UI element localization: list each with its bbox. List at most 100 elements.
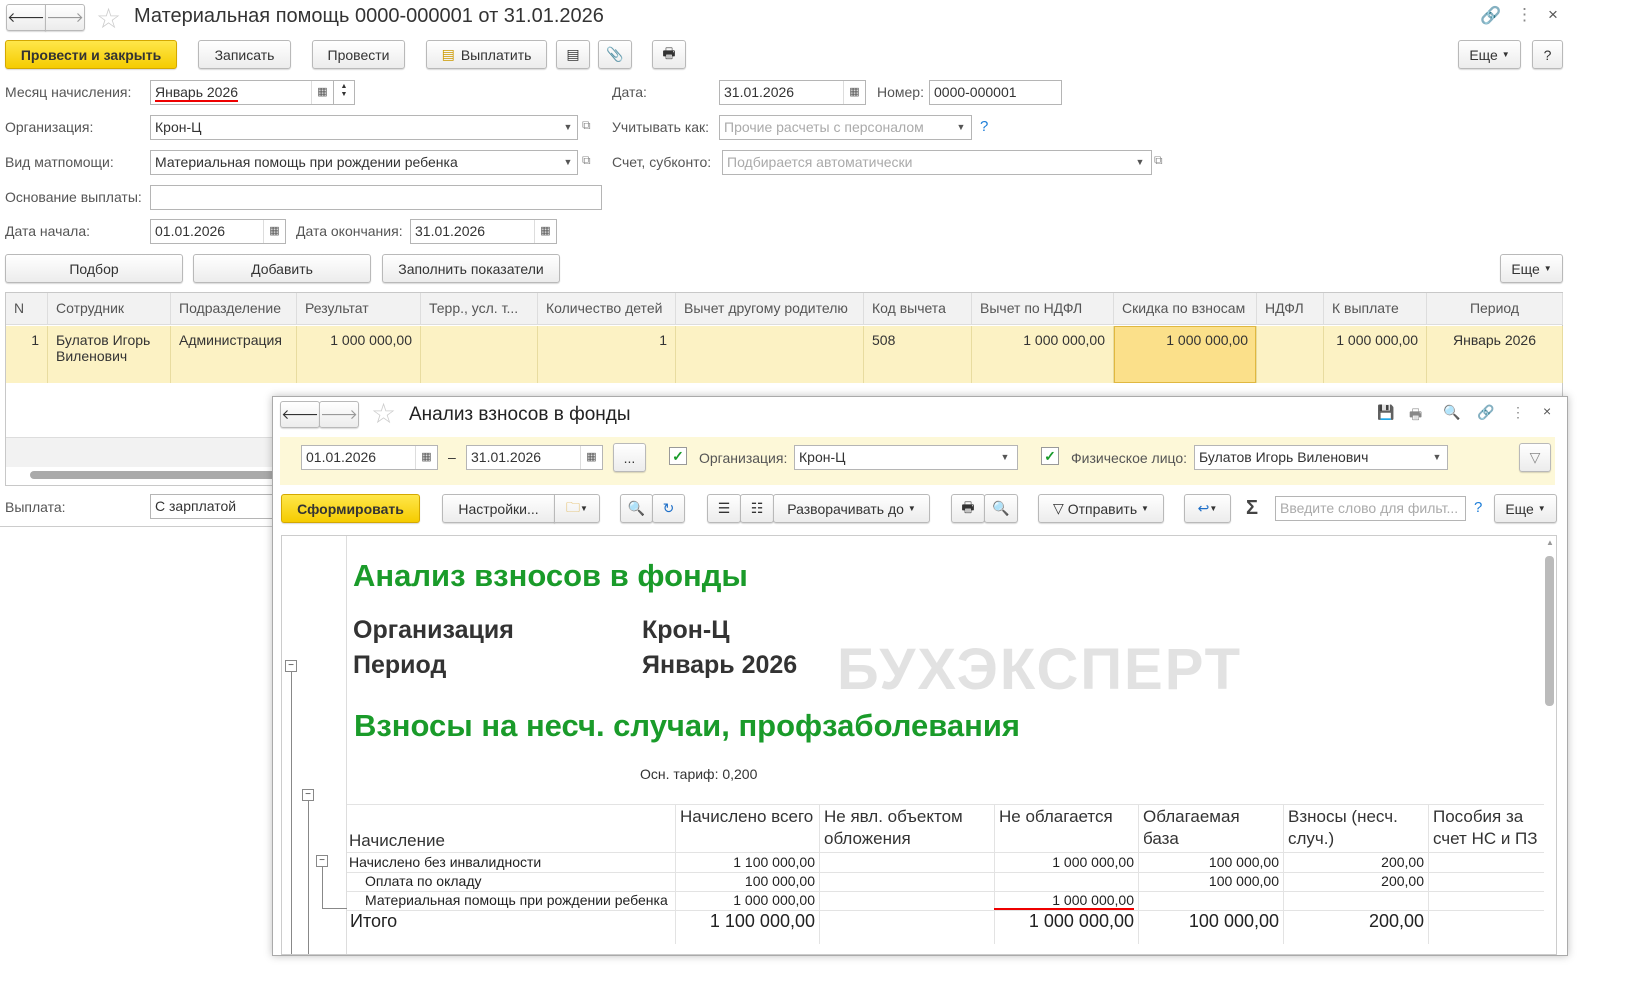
expand-groups-button[interactable]: ☷ [740,494,774,523]
vertical-scrollbar[interactable] [1545,556,1554,706]
start-date-field[interactable]: 01.01.2026 ▦ [150,219,286,244]
person-checkbox[interactable]: ✓ [1041,447,1059,465]
person-filter-field[interactable]: Булатов Игорь Виленович [1194,445,1448,470]
date-field[interactable]: 31.01.2026 ▦ [719,80,866,105]
table-cell[interactable]: 1 [538,326,676,383]
column-header[interactable]: Сотрудник [48,293,171,325]
preview-button[interactable]: 🔍 [984,494,1018,523]
organization-dropdown-icon[interactable]: ▼ [995,445,1015,470]
fill-indicators-button[interactable]: Заполнить показатели [382,254,560,283]
column-header[interactable]: Период [1427,293,1563,325]
calendar-icon[interactable]: ▦ [534,220,556,243]
table-cell[interactable]: 508 [864,326,972,383]
month-stepper[interactable]: ▲ ▼ [333,80,355,105]
pick-button[interactable]: Подбор [5,254,183,283]
report-forward-button[interactable]: 🡒 [319,401,359,428]
add-button[interactable]: Добавить [193,254,371,283]
table-cell[interactable]: 1 000 000,00 [1324,326,1427,383]
report-back-button[interactable]: 🡐 [280,401,320,428]
aid-type-dropdown-icon[interactable]: ▼ [558,150,578,175]
end-date-field[interactable]: 31.01.2026 ▦ [410,219,557,244]
calendar-icon[interactable]: ▦ [263,220,285,243]
menu-dots-icon[interactable]: ⋮ [1511,404,1525,421]
forward-button[interactable]: 🡒 [45,4,85,31]
column-header[interactable]: Подразделение [171,293,297,325]
number-field[interactable]: 0000-000001 [929,80,1062,105]
account-as-field[interactable]: Прочие расчеты с персоналом [719,115,972,140]
calendar-icon[interactable]: ▦ [311,81,333,104]
person-dropdown-icon[interactable]: ▼ [1427,445,1447,470]
horizontal-scrollbar[interactable] [30,471,290,479]
column-header[interactable]: Количество детей [538,293,676,325]
back-button[interactable]: 🡐 [6,4,46,31]
group-collapse-icon[interactable]: − [316,855,328,867]
search-refresh-button[interactable]: ↻ [652,494,685,523]
account-as-dropdown-icon[interactable]: ▼ [951,115,971,140]
month-field[interactable]: Январь 2026 ▦ [150,80,334,105]
table-cell[interactable] [676,326,864,383]
preview-icon[interactable]: 🔍 [1443,404,1460,421]
table-more-button[interactable]: Еще ▼ [1500,254,1563,283]
link-icon[interactable]: 🔗 [1480,6,1501,26]
scroll-up-icon[interactable]: ▲ [1546,538,1554,547]
column-header[interactable]: Скидка по взносам [1114,293,1257,325]
aid-type-field[interactable]: Материальная помощь при рождении ребенка [150,150,578,175]
organization-open-icon[interactable]: ⧉ [582,118,591,133]
send-button[interactable]: ▽ Отправить ▼ [1038,494,1164,523]
save-icon[interactable]: 💾 [1377,404,1394,421]
expand-to-button[interactable]: Разворачивать до ▼ [773,494,930,523]
variants-button[interactable]: 🗀 ▼ [554,494,600,523]
help-icon[interactable]: ? [1474,499,1482,516]
report-more-button[interactable]: Еще ▼ [1494,494,1557,523]
favorite-star-icon[interactable]: ☆ [371,397,396,430]
column-header[interactable]: НДФЛ [1257,293,1324,325]
favorite-star-icon[interactable]: ☆ [96,2,121,35]
group-collapse-icon[interactable]: − [302,789,314,801]
table-cell[interactable]: 1 000 000,00 [972,326,1114,383]
organization-dropdown-icon[interactable]: ▼ [558,115,578,140]
pay-button[interactable]: ▤ Выплатить [426,40,547,69]
date-to-field[interactable]: 31.01.2026 ▦ [466,445,603,470]
payment-field[interactable]: С зарплатой [150,494,274,519]
aid-type-open-icon[interactable]: ⧉ [582,153,591,168]
close-icon[interactable]: × [1548,5,1558,25]
print-button[interactable]: 🖶 [951,494,985,523]
column-header[interactable]: К выплате [1324,293,1427,325]
attach-button[interactable]: 📎 [598,40,632,69]
date-from-field[interactable]: 01.01.2026 ▦ [301,445,438,470]
help-button[interactable]: ? [1532,40,1563,69]
print-icon[interactable]: 🖶 [1409,404,1422,428]
column-header[interactable]: Результат [297,293,421,325]
link-icon[interactable]: 🔗 [1477,404,1494,421]
table-cell[interactable]: 1 000 000,00 [1114,326,1257,383]
save-button[interactable]: Записать [198,40,291,69]
undo-button[interactable]: ↩ ▼ [1184,494,1231,523]
table-cell[interactable]: 1 [6,326,48,383]
menu-dots-icon[interactable]: ⋮ [1516,5,1533,25]
print-button[interactable]: 🖶 [652,40,686,69]
filter-button[interactable]: ▽ [1519,443,1551,472]
table-cell[interactable]: 1 000 000,00 [297,326,421,383]
organization-checkbox[interactable]: ✓ [669,447,687,465]
calendar-icon[interactable]: ▦ [843,81,865,104]
organization-field[interactable]: Крон-Ц [150,115,578,140]
generate-button[interactable]: Сформировать [281,494,420,523]
calendar-icon[interactable]: ▦ [580,446,602,469]
period-select-button[interactable]: ... [613,443,646,472]
table-cell[interactable]: Администрация [171,326,297,383]
collapse-groups-button[interactable]: ☰ [707,494,741,523]
sum-button[interactable]: Σ [1246,497,1258,520]
basis-field[interactable] [150,185,602,210]
post-button[interactable]: Провести [312,40,405,69]
column-header[interactable]: N [6,293,48,325]
report-search-input[interactable]: Введите слово для фильт... [1275,496,1466,521]
column-header[interactable]: Вычет по НДФЛ [972,293,1114,325]
subaccount-open-icon[interactable]: ⧉ [1154,153,1163,168]
organization-filter-field[interactable]: Крон-Ц [794,445,1018,470]
table-cell[interactable]: Январь 2026 [1427,326,1563,383]
table-cell[interactable]: Булатов Игорь Виленович [48,326,171,383]
search-button[interactable]: 🔍 [620,494,653,523]
table-cell[interactable] [421,326,538,383]
calendar-icon[interactable]: ▦ [415,446,437,469]
column-header[interactable]: Вычет другому родителю [676,293,864,325]
